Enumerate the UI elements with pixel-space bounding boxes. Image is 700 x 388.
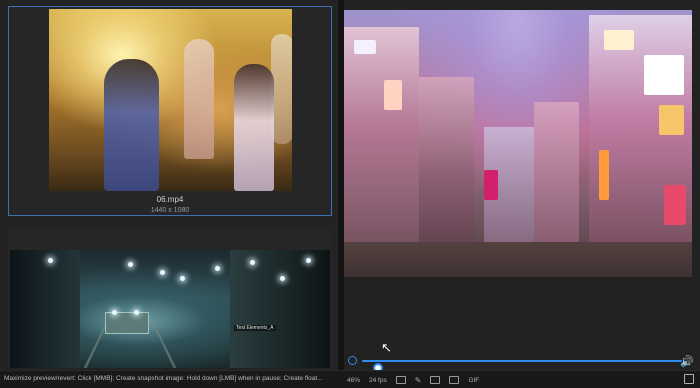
float-window-icon[interactable] (449, 376, 460, 384)
fps-readout: 24 fps (369, 376, 387, 384)
media-tile-selected[interactable]: 06.mp4 1440 x 1080 (8, 6, 332, 216)
thumbnail-image[interactable]: Text Elements_A (10, 250, 330, 368)
text-element-tag: Text Elements_A (234, 325, 276, 331)
seek-bar[interactable] (362, 360, 682, 373)
status-hint: Maximize preview/revert: Click [MMB]; Cr… (4, 375, 323, 382)
fullscreen-icon[interactable] (684, 374, 694, 384)
media-tile[interactable]: Text Elements_A (8, 228, 332, 368)
status-bar: Maximize preview/revert: Click [MMB]; Cr… (0, 370, 700, 388)
media-grid: 06.mp4 1440 x 1080 Text Elements_A (0, 0, 338, 370)
pencil-icon[interactable]: ✎ (415, 376, 422, 385)
volume-icon[interactable]: 🔊 (680, 355, 694, 368)
tile-dimensions: 1440 x 1080 (150, 207, 190, 214)
seek-bar-row: 🔊 (344, 353, 700, 373)
video-preview[interactable] (344, 10, 692, 277)
loop-icon[interactable] (348, 356, 357, 365)
preview-panel (344, 0, 700, 370)
gif-button[interactable]: GIF (468, 377, 479, 384)
mouse-cursor-icon: ↖ (381, 340, 392, 355)
playback-controls: 46% 24 fps ✎ GIF (347, 374, 479, 386)
checkerboard-icon[interactable] (395, 376, 406, 384)
thumbnail-image[interactable] (49, 9, 292, 191)
zoom-level[interactable]: 46% (347, 377, 360, 384)
snapshot-icon[interactable] (430, 376, 441, 384)
tile-filename: 06.mp4 (156, 195, 184, 204)
